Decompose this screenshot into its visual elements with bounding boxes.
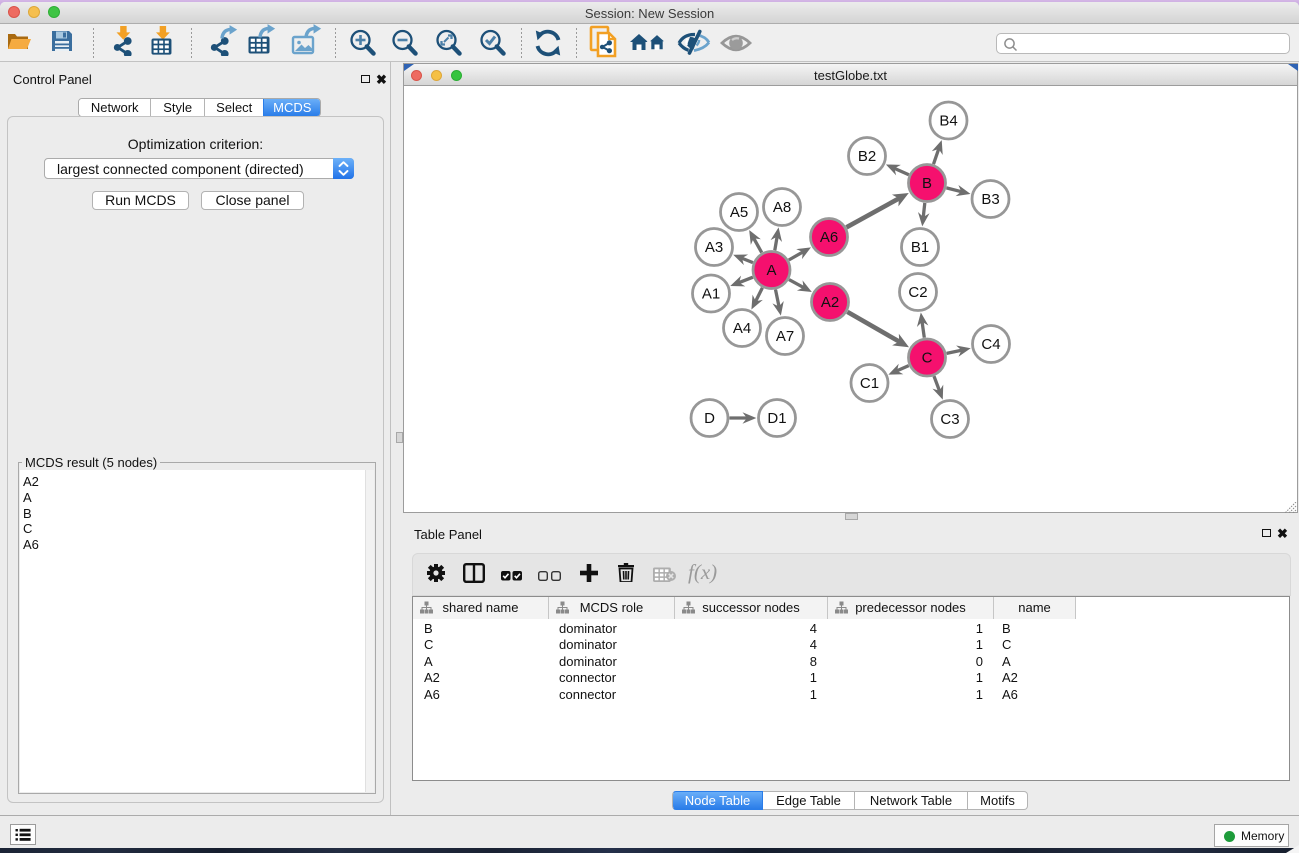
svg-text:C4: C4 — [981, 336, 1000, 353]
svg-text:A7: A7 — [776, 328, 794, 345]
svg-text:A2: A2 — [821, 294, 839, 311]
svg-text:B1: B1 — [911, 239, 929, 256]
svg-text:A4: A4 — [733, 320, 751, 337]
svg-text:B2: B2 — [858, 148, 876, 165]
svg-text:A: A — [766, 262, 776, 279]
svg-text:B4: B4 — [939, 113, 957, 130]
svg-text:C2: C2 — [908, 284, 927, 301]
svg-text:C3: C3 — [940, 411, 959, 428]
svg-text:C1: C1 — [860, 375, 879, 392]
svg-text:A1: A1 — [702, 286, 720, 303]
svg-text:A8: A8 — [773, 199, 791, 216]
svg-text:D1: D1 — [767, 410, 786, 427]
svg-text:B3: B3 — [981, 191, 999, 208]
svg-text:C: C — [922, 350, 933, 367]
svg-text:D: D — [704, 410, 715, 427]
svg-text:B: B — [922, 175, 932, 192]
svg-text:A6: A6 — [820, 229, 838, 246]
svg-text:A3: A3 — [705, 239, 723, 256]
svg-text:A5: A5 — [730, 204, 748, 221]
